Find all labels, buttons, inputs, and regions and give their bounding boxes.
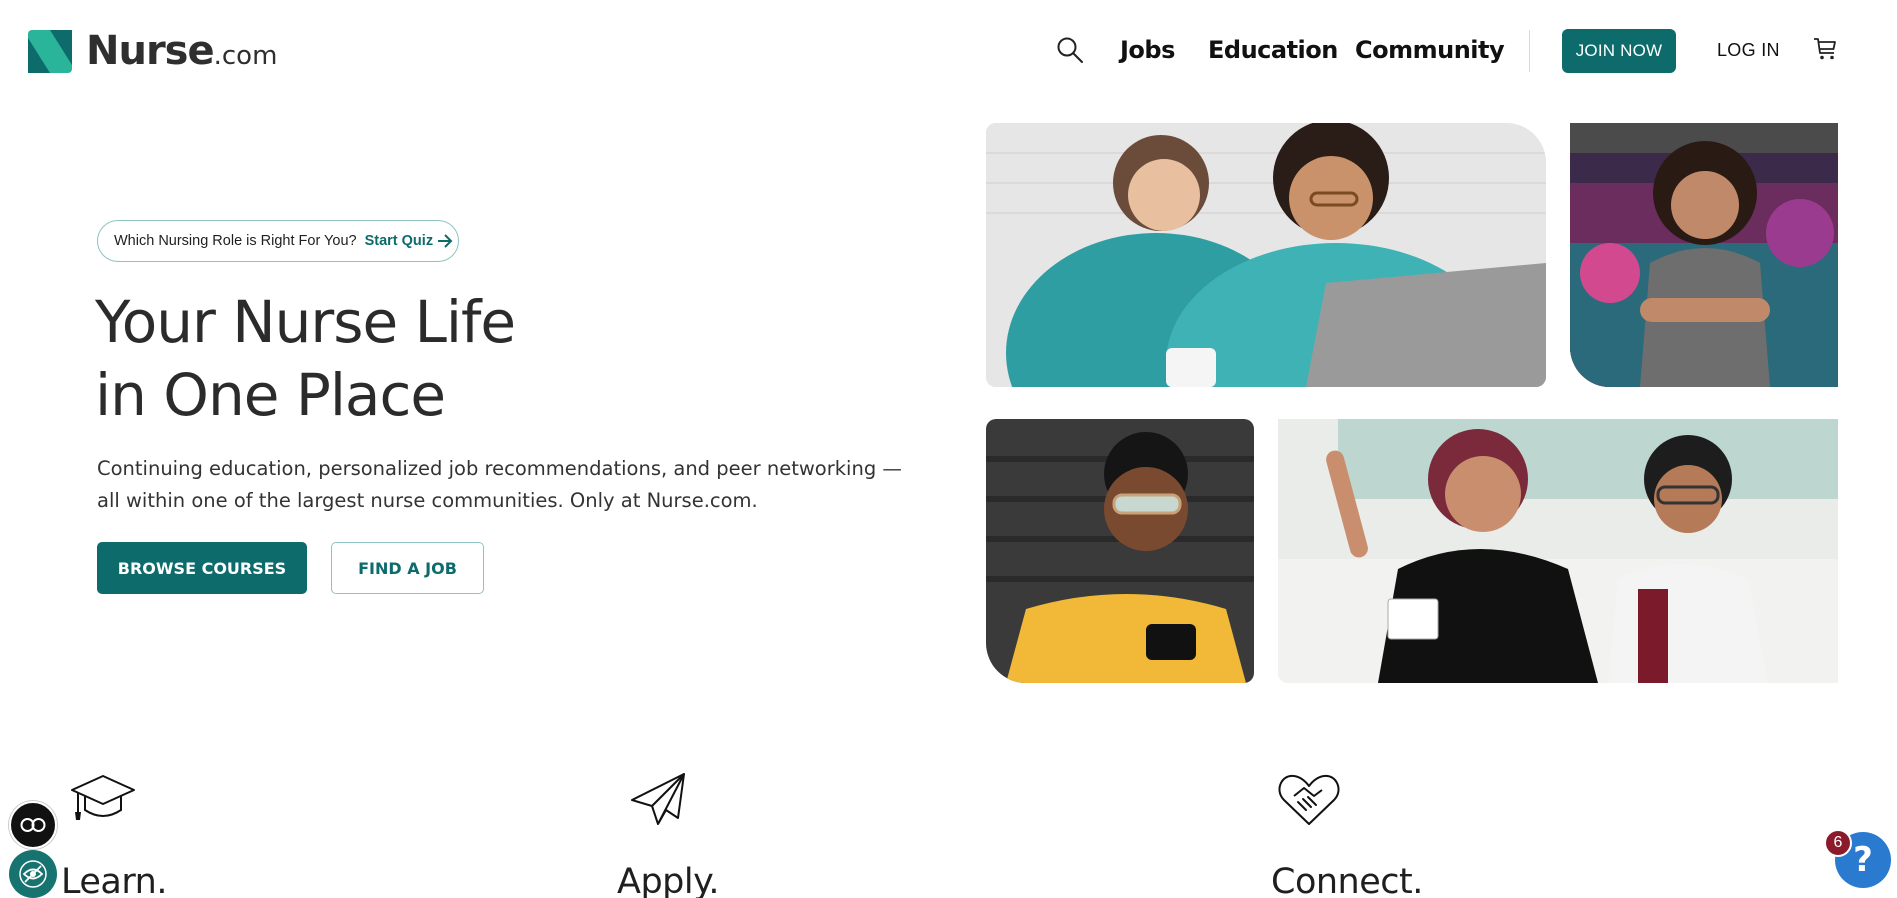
feature-learn-label: Learn. xyxy=(61,862,167,898)
feature-connect: Connect. xyxy=(1271,770,1423,898)
nav-jobs[interactable]: Jobs xyxy=(1120,36,1175,64)
logo-word: Nurse xyxy=(86,28,215,74)
nav-divider xyxy=(1529,30,1530,72)
cart-icon[interactable] xyxy=(1812,36,1838,62)
nurse-com-logo[interactable]: Nurse .com xyxy=(28,28,277,74)
browse-courses-button[interactable]: BROWSE COURSES xyxy=(97,542,307,594)
accessibility-captions-button[interactable] xyxy=(9,801,57,849)
hero-title: Your Nurse Life in One Place xyxy=(95,286,795,432)
nav-education[interactable]: Education xyxy=(1208,36,1338,64)
join-now-button[interactable]: JOIN NOW xyxy=(1562,29,1676,73)
start-quiz-link[interactable]: Start Quiz xyxy=(365,233,453,249)
feature-learn: Learn. xyxy=(61,770,167,898)
heart-handshake-icon xyxy=(1278,774,1340,825)
hero-photo-nurse-yellow-shirt xyxy=(986,419,1254,683)
paper-plane-icon xyxy=(631,773,685,825)
help-notification-badge: 6 xyxy=(1824,829,1852,857)
feature-apply: Apply. xyxy=(617,770,719,898)
log-in-link[interactable]: LOG IN xyxy=(1717,40,1780,61)
nursing-role-quiz-pill[interactable]: Which Nursing Role is Right For You? Sta… xyxy=(97,220,459,262)
logo-text: Nurse .com xyxy=(86,28,277,74)
accessibility-visibility-button[interactable] xyxy=(9,850,57,898)
help-question-mark-icon: ? xyxy=(1853,840,1873,880)
logo-mark-icon xyxy=(28,29,72,73)
find-a-job-button[interactable]: FIND A JOB xyxy=(331,542,484,594)
quiz-question: Which Nursing Role is Right For You? xyxy=(114,233,357,249)
hero-title-line-2: in One Place xyxy=(95,361,446,429)
graduation-cap-icon xyxy=(71,775,135,820)
captions-toggle-icon xyxy=(20,818,46,832)
logo-tld: .com xyxy=(213,41,278,71)
arrow-right-icon xyxy=(438,234,453,248)
search-icon[interactable] xyxy=(1056,36,1084,64)
hero-description: Continuing education, personalized job r… xyxy=(97,457,902,512)
hero-photo-nurse-arms-crossed xyxy=(1570,123,1838,387)
hero-photo-nurses-celebrating xyxy=(1278,419,1838,683)
feature-apply-label: Apply. xyxy=(617,862,719,898)
eye-off-icon xyxy=(19,860,47,888)
nav-community[interactable]: Community xyxy=(1355,36,1505,64)
start-quiz-label: Start Quiz xyxy=(364,233,434,249)
site-header: Nurse .com Jobs Education Community JOIN… xyxy=(0,0,1897,102)
hero-title-line-1: Your Nurse Life xyxy=(95,288,516,356)
hero-photo-two-nurses-laptop xyxy=(986,123,1546,387)
feature-connect-label: Connect. xyxy=(1271,862,1423,898)
